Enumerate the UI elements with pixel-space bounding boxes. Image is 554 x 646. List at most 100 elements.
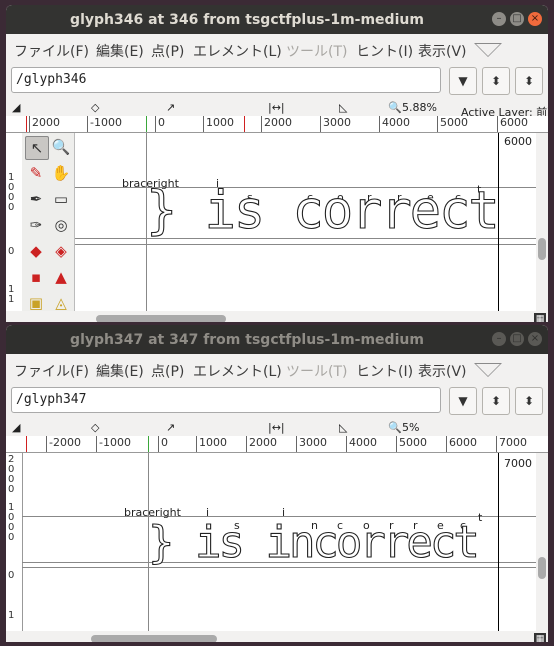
menu-element[interactable]: エレメント(L) [193, 361, 282, 381]
ruler-label: 1000 [203, 116, 234, 132]
title-bar[interactable]: glyph346 at 346 from tsgctfplus-1m-mediu… [6, 5, 548, 34]
knife-tool-icon[interactable]: ✒ [25, 188, 47, 210]
corner-point-icon[interactable]: ▪ [25, 266, 47, 288]
curve-point-icon[interactable]: ◆ [25, 240, 47, 262]
close-icon[interactable]: × [528, 332, 542, 346]
updown-icon[interactable]: ⬍ [515, 67, 543, 95]
ruler-value: 7000 [504, 457, 532, 470]
menu-point[interactable]: 点(P) [151, 361, 184, 381]
window-title: glyph346 at 346 from tsgctfplus-1m-mediu… [70, 12, 424, 28]
ruler-label: 2000 [261, 116, 292, 132]
menu-edit[interactable]: 編集(E) [96, 41, 144, 61]
ruler-label: 4000 [379, 116, 410, 132]
corner-icon: ▦ [534, 633, 546, 642]
pointer-tool-icon[interactable]: ↖ [25, 136, 49, 160]
minimize-icon[interactable]: – [492, 12, 506, 26]
menu-edit[interactable]: 編集(E) [96, 361, 144, 381]
glyph-canvas[interactable]: 1 0 0 0 0 1 1 6000 braceright i s c o r … [6, 133, 548, 312]
zoom-level: 5.88% [402, 101, 437, 114]
glyph-window-346: glyph346 at 346 from tsgctfplus-1m-mediu… [6, 5, 548, 322]
angle-icon: ◺ [339, 101, 348, 114]
info-bar: ◢ ◇ ↗ |↔| ◺ 🔍 5% [6, 420, 548, 436]
ruler-label: 2000 [29, 116, 60, 132]
menu-point[interactable]: 点(P) [151, 41, 184, 61]
glyph-name-field[interactable]: /glyph346 [11, 67, 441, 93]
ruler-label: -1000 [87, 116, 122, 132]
updown-icon[interactable]: ⬍ [515, 387, 543, 415]
ruler-label: 3000 [320, 116, 351, 132]
glyph-label: t [478, 511, 483, 524]
prev-next-glyph-icon[interactable]: ⬍ [482, 67, 510, 95]
pen-tool-icon[interactable]: ✑ [25, 214, 47, 236]
glyph-nav-row: /glyph347 ▼ ⬍ ⬍ [6, 384, 548, 420]
vertical-ruler: 2 0 0 0 1 0 0 0 0 1 [6, 453, 23, 631]
chevron-down-icon[interactable]: ▼ [449, 387, 477, 415]
width-icon: |↔| [268, 421, 285, 434]
corner-icon: ▦ [534, 313, 546, 322]
zoom-level: 5% [402, 421, 420, 434]
menu-view[interactable]: 表示(V) [418, 41, 467, 61]
tangent-point-icon[interactable]: ▲ [50, 266, 72, 288]
ruler-label: 6000 [446, 436, 477, 452]
ruler-label: 3000 [296, 436, 327, 452]
glyph-outline: } is incorrect [147, 516, 480, 568]
ref-icon: ↗ [166, 421, 176, 434]
ruler-label: -1000 [96, 436, 131, 452]
ruler-label: 5000 [396, 436, 427, 452]
ruler-label: 7000 [496, 436, 527, 452]
pencil-tool-icon[interactable]: ✎ [25, 162, 47, 184]
ruler-value: 6000 [504, 135, 532, 148]
vertical-scrollbar[interactable] [536, 453, 548, 631]
menu-file[interactable]: ファイル(F) [14, 41, 89, 61]
hand-tool-icon[interactable]: ✋ [50, 162, 72, 184]
ruler-label: 1000 [196, 436, 227, 452]
menu-bar: ファイル(F) 編集(E) 点(P) エレメント(L) ツール(T) ヒント(I… [6, 354, 548, 384]
close-icon[interactable]: × [528, 12, 542, 26]
horizontal-scrollbar[interactable]: ▦ [6, 311, 548, 322]
maximize-icon[interactable]: □ [510, 12, 524, 26]
ruler-label: 4000 [346, 436, 377, 452]
prev-next-glyph-icon[interactable]: ⬍ [482, 387, 510, 415]
point-icon: ◇ [91, 101, 100, 114]
maximize-icon[interactable]: □ [510, 332, 524, 346]
menu-file[interactable]: ファイル(F) [14, 361, 89, 381]
hvcurve-point-icon[interactable]: ◈ [50, 240, 72, 262]
ruler-label: -2000 [46, 436, 81, 452]
point-icon: ◇ [91, 421, 100, 434]
ruler-label: 0 [158, 436, 168, 452]
menu-overflow-icon[interactable] [474, 43, 502, 57]
menu-overflow-icon[interactable] [474, 363, 502, 377]
glyph-window-347: glyph347 at 347 from tsgctfplus-1m-mediu… [6, 325, 548, 642]
ruler-tool-icon[interactable]: ▭ [50, 188, 72, 210]
menu-bar: ファイル(F) 編集(E) 点(P) エレメント(L) ツール(T) ヒント(I… [6, 34, 548, 64]
glyph-nav-row: /glyph346 ▼ ⬍ ⬍ [6, 64, 548, 100]
ruler-label: 2000 [246, 436, 277, 452]
ruler-label: 0 [155, 116, 165, 132]
angle-icon: ◺ [339, 421, 348, 434]
menu-tools: ツール(T) [286, 364, 348, 380]
spiro-tool-icon[interactable]: ◎ [50, 214, 72, 236]
glyph-name-field[interactable]: /glyph347 [11, 387, 441, 413]
glyph-outline: } is correct [145, 180, 500, 241]
horizontal-ruler: -2000 -1000 0 1000 2000 3000 4000 5000 6… [6, 436, 548, 453]
vertical-ruler: 1 0 0 0 0 1 1 [6, 133, 23, 311]
chevron-down-icon[interactable]: ▼ [449, 67, 477, 95]
cursor-icon: ◢ [12, 421, 21, 434]
width-icon: |↔| [268, 101, 285, 114]
menu-element[interactable]: エレメント(L) [193, 41, 282, 61]
menu-tools: ツール(T) [286, 44, 348, 60]
menu-hints[interactable]: ヒント(I) [356, 361, 413, 381]
vertical-scrollbar[interactable] [536, 133, 548, 311]
magnify-tool-icon[interactable]: 🔍 [50, 136, 72, 158]
horizontal-ruler: 2000 -1000 0 1000 2000 3000 4000 5000 60… [6, 116, 548, 133]
info-bar: ◢ ◇ ↗ |↔| ◺ 🔍 5.88% Active Layer: 前面 [6, 100, 548, 119]
title-bar[interactable]: glyph347 at 347 from tsgctfplus-1m-mediu… [6, 325, 548, 354]
minimize-icon[interactable]: – [492, 332, 506, 346]
menu-view[interactable]: 表示(V) [418, 361, 467, 381]
menu-hints[interactable]: ヒント(I) [356, 41, 413, 61]
ref-icon: ↗ [166, 101, 176, 114]
tool-palette: ↖ 🔍 ✎ ✋ ✒ ▭ ✑ ◎ ◆ ◈ ▪ ▲ ▣ ◬ [22, 133, 75, 312]
horizontal-scrollbar[interactable]: ▦ [6, 631, 548, 642]
glyph-canvas[interactable]: 2 0 0 0 1 0 0 0 0 1 7000 braceright i s … [6, 453, 548, 631]
ruler-label: 5000 [437, 116, 468, 132]
